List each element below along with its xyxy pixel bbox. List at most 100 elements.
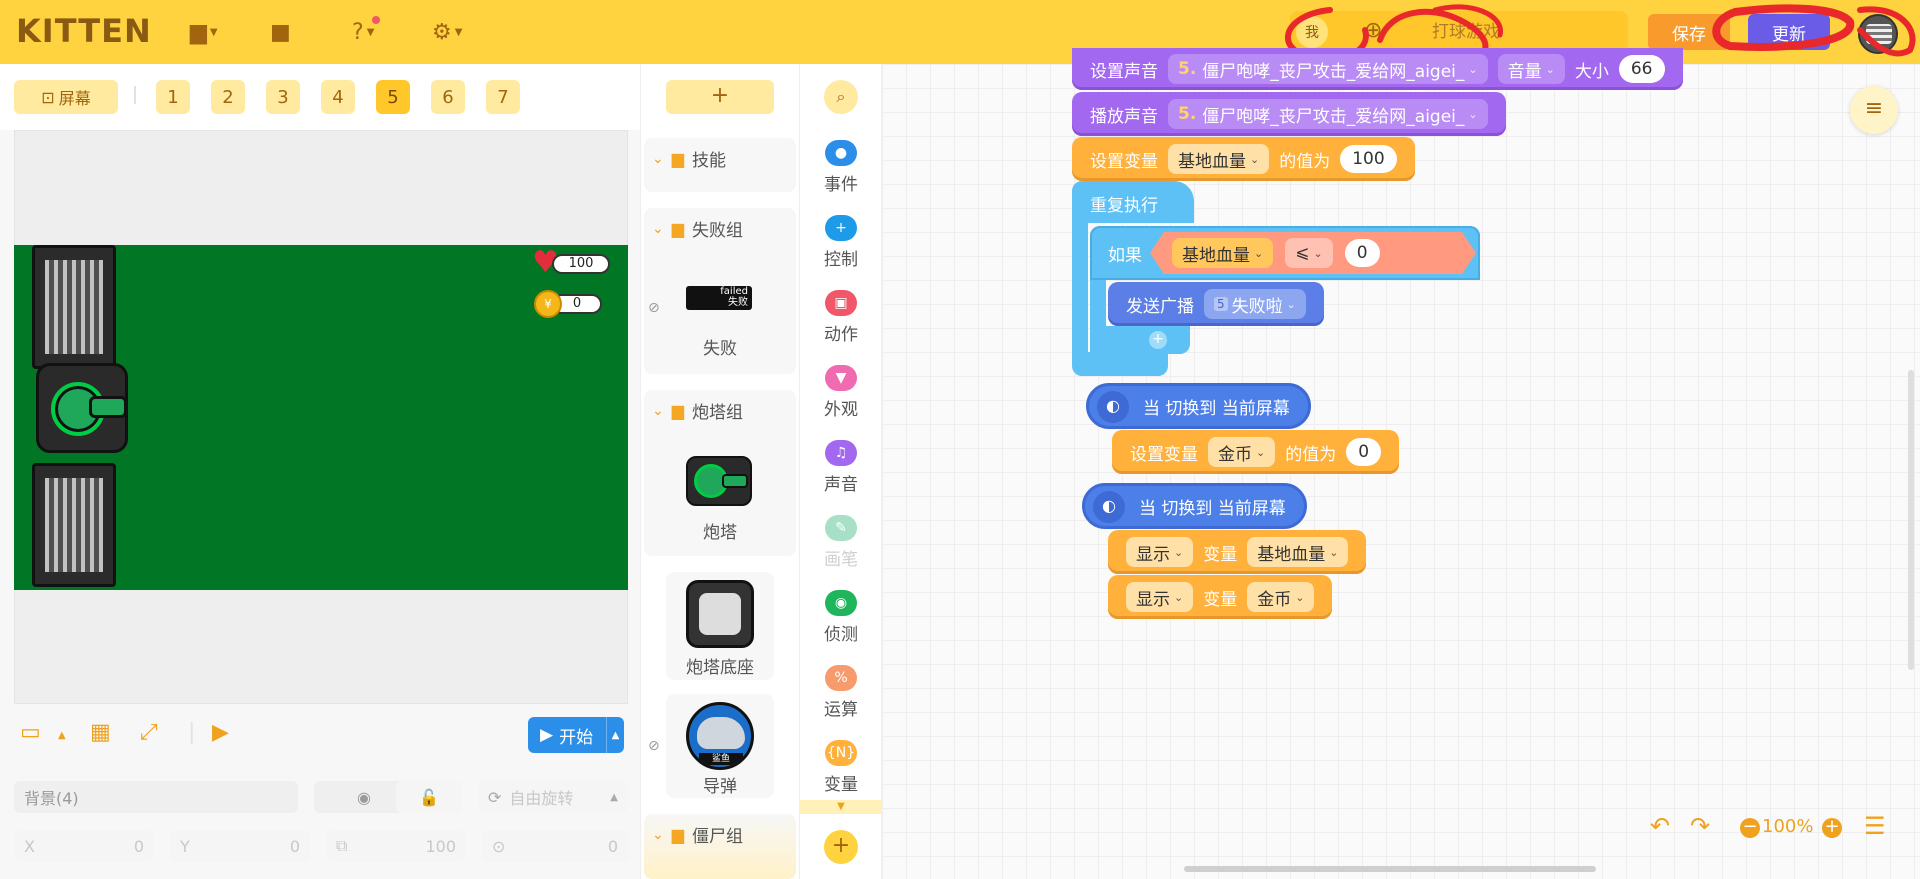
profile-avatar[interactable] bbox=[1858, 14, 1898, 54]
start-button[interactable]: ▶ 开始 ▲ bbox=[528, 717, 624, 753]
horizontal-scrollbar[interactable] bbox=[1184, 866, 1596, 872]
category-5[interactable]: ♫ 声音 bbox=[800, 440, 882, 495]
tower-base-sprite[interactable] bbox=[32, 245, 116, 369]
vertical-scrollbar[interactable] bbox=[1908, 370, 1914, 670]
set-variable-block[interactable]: 设置变量 金币 ⌄ 的值为 0 bbox=[1112, 430, 1400, 474]
search-icon[interactable]: ⌕ bbox=[824, 80, 858, 114]
screen-tab-3[interactable]: 3 bbox=[266, 80, 300, 114]
y-field[interactable]: Y0 bbox=[170, 830, 310, 862]
code-canvas[interactable] bbox=[882, 64, 1920, 879]
play-sound-block[interactable]: 播放声音 5. 僵尸咆哮_丧尸攻击_爱给网_aigei_ ⌄ bbox=[1072, 92, 1506, 136]
category-2[interactable]: + 控制 bbox=[800, 215, 882, 270]
lock-toggle[interactable]: 🔓 bbox=[396, 781, 462, 813]
sprite-group-skill[interactable]: ⌄ ▆ 技能 bbox=[644, 138, 796, 192]
sound-value-input[interactable]: 66 bbox=[1618, 55, 1665, 83]
direction-field[interactable]: ⊙ 0 bbox=[482, 830, 628, 862]
screen-button[interactable]: ⊡ 屏幕 bbox=[14, 80, 118, 114]
preview-icon[interactable]: ▶ bbox=[212, 720, 229, 745]
sprite-name-field[interactable] bbox=[14, 781, 298, 813]
add-collaborator-icon[interactable]: ⊕ bbox=[1364, 18, 1382, 43]
screen-tab-2[interactable]: 2 bbox=[211, 80, 245, 114]
variable-value-input[interactable]: 0 bbox=[1346, 438, 1382, 466]
x-field[interactable]: X0 bbox=[14, 830, 154, 862]
show-variable-block[interactable]: 显示 ⌄ 变量 基地血量 ⌄ bbox=[1108, 530, 1367, 574]
when-screen-switch-hat[interactable]: ◐ 当 切换到 当前屏幕 bbox=[1086, 383, 1311, 429]
redo-icon[interactable]: ↷ bbox=[1690, 812, 1710, 840]
category-6[interactable]: ✎ 画笔 bbox=[800, 515, 882, 570]
category-7[interactable]: ◉ 侦测 bbox=[800, 590, 882, 645]
project-name-input[interactable] bbox=[1432, 17, 1612, 47]
variable-dropdown[interactable]: 金币 ⌄ bbox=[1208, 437, 1276, 467]
undo-icon[interactable]: ↶ bbox=[1650, 812, 1670, 840]
category-3[interactable]: ▣ 动作 bbox=[800, 290, 882, 345]
screen-tab-1[interactable]: 1 bbox=[156, 80, 190, 114]
show-hide-dropdown[interactable]: 显示 ⌄ bbox=[1126, 582, 1194, 612]
caret-up-icon[interactable]: ▲ bbox=[606, 717, 624, 753]
settings-menu[interactable]: ⚙ ▼ bbox=[432, 14, 462, 50]
help-icon: ? bbox=[352, 19, 364, 45]
broadcast-block[interactable]: 发送广播 5 失败啦 ⌄ bbox=[1108, 282, 1324, 326]
turret-sprite-thumbnail[interactable] bbox=[686, 456, 752, 506]
size-field[interactable]: ⧉ 100 bbox=[326, 830, 466, 862]
file-menu[interactable]: ▆ ▼ bbox=[190, 14, 218, 50]
screen-tab-5[interactable]: 5 bbox=[376, 80, 410, 114]
chevron-down-icon[interactable]: ▼ bbox=[800, 800, 882, 814]
category-4[interactable]: ▼ 外观 bbox=[800, 365, 882, 420]
failed-sprite-thumbnail[interactable]: failed 失败 bbox=[686, 286, 752, 310]
arrange-icon[interactable]: ☰ bbox=[1864, 812, 1886, 840]
grid-icon[interactable]: ▦ bbox=[90, 720, 111, 745]
category-8[interactable]: % 运算 bbox=[800, 665, 882, 720]
show-variable-block[interactable]: 显示 ⌄ 变量 金币 ⌄ bbox=[1108, 575, 1333, 619]
sound-property-dropdown[interactable]: 音量 ⌄ bbox=[1497, 54, 1565, 84]
rotation-select[interactable]: ⟳ 自由旋转 ▲ bbox=[478, 781, 628, 813]
sound-dropdown[interactable]: 5. 僵尸咆哮_丧尸攻击_爱给网_aigei_ ⌄ bbox=[1168, 54, 1488, 84]
sprite-group-zombie[interactable]: ⌄ ▆ 僵尸组 bbox=[644, 814, 796, 879]
stage-size-icon[interactable]: ▭ bbox=[20, 720, 41, 745]
update-button[interactable]: 更新 bbox=[1748, 14, 1830, 50]
chevron-down-icon[interactable]: ⌄ bbox=[652, 221, 664, 237]
missile-thumbnail[interactable]: 鲨鱼 bbox=[686, 702, 754, 770]
tower-base-thumbnail[interactable] bbox=[686, 580, 754, 648]
operator-dropdown[interactable]: ⩽ ⌄ bbox=[1285, 238, 1332, 268]
when-screen-switch-hat[interactable]: ◐ 当 切换到 当前屏幕 bbox=[1082, 483, 1307, 529]
add-extension-button[interactable]: + bbox=[824, 830, 858, 864]
screen-tab-7[interactable]: 7 bbox=[486, 80, 520, 114]
chevron-down-icon: ⌄ bbox=[1174, 590, 1184, 604]
sprite-name-input[interactable] bbox=[24, 787, 288, 807]
message-dropdown[interactable]: 5 失败啦 ⌄ bbox=[1204, 289, 1306, 319]
sound-dropdown[interactable]: 5. 僵尸咆哮_丧尸攻击_爱给网_aigei_ ⌄ bbox=[1168, 99, 1488, 129]
help-menu[interactable]: ? ▼ bbox=[352, 14, 380, 50]
hidden-eye-icon[interactable]: ⊘ bbox=[648, 738, 660, 754]
screen-tab-4[interactable]: 4 bbox=[321, 80, 355, 114]
zoom-out-icon[interactable]: − bbox=[1740, 818, 1760, 838]
variable-dropdown[interactable]: 基地血量 ⌄ bbox=[1168, 144, 1270, 174]
variable-value-input[interactable]: 100 bbox=[1340, 145, 1397, 173]
me-avatar[interactable]: 我 bbox=[1296, 16, 1328, 48]
variable-dropdown[interactable]: 金币 ⌄ bbox=[1247, 582, 1315, 612]
compare-value-input[interactable]: 0 bbox=[1345, 239, 1380, 267]
save-button[interactable]: 保存 bbox=[1648, 14, 1730, 50]
tower-base-sprite[interactable] bbox=[32, 463, 116, 587]
chevron-down-icon[interactable]: ⌄ bbox=[652, 403, 664, 419]
screen-tab-6[interactable]: 6 bbox=[431, 80, 465, 114]
caret-up-icon[interactable]: ▲ bbox=[58, 730, 66, 741]
add-sprite-button[interactable]: + bbox=[666, 80, 774, 114]
variable-dropdown[interactable]: 基地血量 ⌄ bbox=[1247, 537, 1349, 567]
fullscreen-icon[interactable]: ⤢ bbox=[140, 720, 158, 745]
zoom-in-icon[interactable]: + bbox=[1822, 818, 1842, 838]
set-sound-block[interactable]: 设置声音 5. 僵尸咆哮_丧尸攻击_爱给网_aigei_ ⌄ 音量 ⌄ 大小 66 bbox=[1072, 48, 1683, 90]
block-help-icon[interactable]: ≡ bbox=[1850, 86, 1898, 134]
category-1[interactable]: ● 事件 bbox=[800, 140, 882, 195]
turret-sprite[interactable] bbox=[36, 363, 128, 453]
category-9[interactable]: {N} 变量 bbox=[800, 740, 882, 795]
variable-dropdown[interactable]: 基地血量 ⌄ bbox=[1172, 238, 1273, 268]
chevron-down-icon[interactable]: ⌄ bbox=[652, 827, 664, 843]
app-logo[interactable]: KITTEN bbox=[16, 12, 152, 50]
show-hide-dropdown[interactable]: 显示 ⌄ bbox=[1126, 537, 1194, 567]
add-branch-icon[interactable]: + bbox=[1149, 331, 1167, 349]
set-variable-block[interactable]: 设置变量 基地血量 ⌄ 的值为 100 bbox=[1072, 137, 1415, 181]
chevron-down-icon[interactable]: ⌄ bbox=[652, 151, 664, 167]
less-equal-condition[interactable]: 基地血量 ⌄ ⩽ ⌄ 0 bbox=[1150, 232, 1476, 274]
hidden-eye-icon[interactable]: ⊘ bbox=[648, 300, 660, 316]
backpack-button[interactable]: ■ bbox=[270, 14, 291, 50]
